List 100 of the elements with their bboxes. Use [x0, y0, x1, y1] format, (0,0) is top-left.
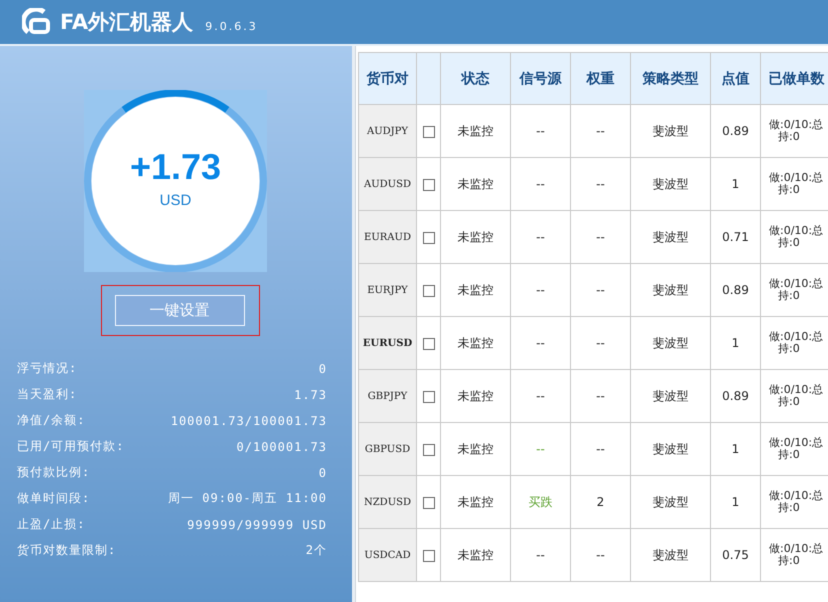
pair-cell: EURAUD — [358, 210, 416, 264]
holding-text: 持:0 — [777, 237, 801, 249]
row-checkbox[interactable] — [422, 550, 434, 562]
holding-text: 持:0 — [777, 449, 801, 461]
pair-cell: AUDUSD — [358, 158, 416, 210]
row-checkbox[interactable] — [422, 496, 434, 509]
holding-text: 持:0 — [777, 184, 801, 196]
holding-text: 持:0 — [777, 290, 801, 302]
column-header: 权重 — [570, 52, 630, 104]
orders-text: 做:0/10:总 — [769, 490, 824, 502]
pair-cell: GBPJPY — [358, 370, 416, 422]
column-header: 点值 — [710, 52, 760, 104]
profit-value: +1.73 — [130, 146, 222, 188]
point-value-cell: 0.89 — [710, 370, 760, 422]
strategy-cell: 斐波型 — [630, 316, 710, 370]
holding-text: 持:0 — [777, 502, 801, 514]
stat-value: 周一 09:00-周五 11:00 — [168, 490, 327, 507]
status-cell: 未监控 — [440, 422, 510, 476]
logo-icon — [22, 8, 52, 36]
status-cell: 未监控 — [440, 210, 510, 264]
strategy-cell: 斐波型 — [630, 210, 710, 264]
version-text: 9.0.6.3 — [205, 20, 258, 32]
stat-value: 0/100001.73 — [236, 440, 327, 454]
weight-cell: -- — [570, 210, 630, 264]
status-cell: 未监控 — [440, 104, 510, 158]
orders-text: 做:0/10:总 — [769, 331, 824, 343]
orders-text: 做:0/10:总 — [769, 119, 824, 131]
pair-cell: NZDUSD — [358, 476, 416, 528]
app-title: FA外汇机器人 — [60, 9, 194, 36]
status-cell: 未监控 — [440, 158, 510, 210]
strategy-cell: 斐波型 — [630, 158, 710, 210]
point-value-cell: 1 — [710, 316, 760, 370]
stat-label: 净值/余额: — [17, 412, 86, 429]
point-value-cell: 1 — [710, 158, 760, 210]
weight-cell: -- — [570, 528, 630, 582]
stat-value: 0 — [318, 362, 327, 376]
strategy-cell: 斐波型 — [630, 104, 710, 158]
row-checkbox[interactable] — [422, 232, 434, 244]
orders-text: 做:0/10:总 — [769, 172, 824, 184]
pair-cell: USDCAD — [358, 528, 416, 582]
row-checkbox[interactable] — [422, 444, 434, 456]
status-cell: 未监控 — [440, 370, 510, 422]
stat-value: 999999/999999 USD — [187, 518, 327, 532]
strategy-cell: 斐波型 — [630, 264, 710, 316]
strategy-cell: 斐波型 — [630, 528, 710, 582]
weight-cell: -- — [570, 422, 630, 476]
column-header: 信号源 — [510, 52, 570, 104]
point-value-cell: 0.89 — [710, 264, 760, 316]
point-value-cell: 0.89 — [710, 104, 760, 158]
strategy-cell: 斐波型 — [630, 370, 710, 422]
setup-button[interactable]: 一键设置 — [114, 295, 244, 326]
row-checkbox[interactable] — [422, 338, 434, 350]
stat-label: 做单时间段: — [17, 490, 90, 507]
stat-label: 已用/可用预付款: — [17, 438, 124, 455]
pair-cell: EURJPY — [358, 264, 416, 316]
stat-label: 当天盈利: — [17, 386, 78, 403]
holding-text: 持:0 — [777, 131, 801, 143]
column-header: 策略类型 — [630, 52, 710, 104]
stat-value: 1.73 — [294, 388, 327, 402]
weight-cell: -- — [570, 316, 630, 370]
orders-text: 做:0/10:总 — [769, 384, 824, 396]
point-value-cell: 0.75 — [710, 528, 760, 582]
orders-text: 做:0/10:总 — [769, 225, 824, 237]
stat-label: 浮亏情况: — [17, 360, 78, 377]
stat-value: 0 — [318, 466, 327, 480]
orders-text: 做:0/10:总 — [769, 278, 824, 290]
stat-label: 止盈/止损: — [17, 516, 86, 533]
row-checkbox[interactable] — [422, 284, 434, 297]
row-checkbox[interactable] — [422, 390, 434, 403]
point-value-cell: 1 — [710, 476, 760, 528]
point-value-cell: 0.71 — [710, 210, 760, 264]
orders-text: 做:0/10:总 — [769, 437, 824, 449]
weight-cell: -- — [570, 370, 630, 422]
holding-text: 持:0 — [777, 343, 801, 355]
column-header: 已做单数 — [760, 52, 828, 104]
status-cell: 未监控 — [440, 528, 510, 582]
orders-text: 做:0/10:总 — [769, 543, 824, 555]
pair-cell: GBPUSD — [358, 422, 416, 476]
weight-cell: -- — [570, 158, 630, 210]
holding-text: 持:0 — [777, 555, 801, 567]
strategy-cell: 斐波型 — [630, 422, 710, 476]
strategy-cell: 斐波型 — [630, 476, 710, 528]
status-cell: 未监控 — [440, 264, 510, 316]
column-header: 状态 — [440, 52, 510, 104]
stat-label: 预付款比例: — [17, 464, 90, 481]
stat-value: 100001.73/100001.73 — [170, 414, 327, 428]
status-cell: 未监控 — [440, 476, 510, 528]
pair-cell: EURUSD — [358, 316, 416, 370]
row-checkbox[interactable] — [422, 126, 434, 138]
holding-text: 持:0 — [777, 396, 801, 408]
row-checkbox[interactable] — [422, 178, 434, 191]
weight-cell: 2 — [570, 476, 630, 528]
status-cell: 未监控 — [440, 316, 510, 370]
stat-value: 2个 — [306, 542, 327, 559]
pair-cell: AUDJPY — [358, 104, 416, 158]
point-value-cell: 1 — [710, 422, 760, 476]
currency-unit: USD — [160, 192, 192, 208]
weight-cell: -- — [570, 104, 630, 158]
stat-label: 货币对数量限制: — [17, 542, 116, 559]
weight-cell: -- — [570, 264, 630, 316]
